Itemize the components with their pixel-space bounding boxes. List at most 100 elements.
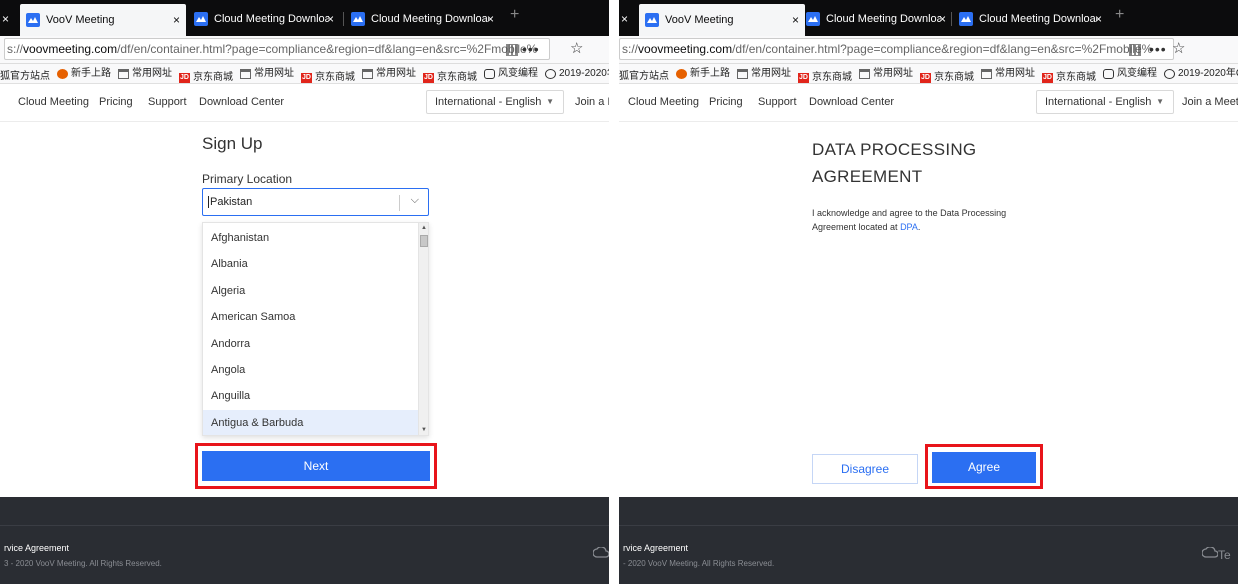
close-icon[interactable]: × <box>792 13 799 27</box>
bookmark-label: 京东商城 <box>934 72 974 83</box>
close-icon[interactable]: × <box>2 12 9 26</box>
fire-icon <box>676 69 687 79</box>
next-button[interactable]: Next <box>202 451 430 481</box>
scroll-down-icon[interactable]: ▼ <box>421 427 427 433</box>
close-icon[interactable]: × <box>173 13 180 27</box>
tab-cloud-meeting-download-2[interactable]: Cloud Meeting Download_V × <box>345 6 500 32</box>
site-navigation: Cloud Meeting Pricing Support Download C… <box>0 84 609 122</box>
bookmark-item[interactable]: 常用网址 <box>362 64 416 83</box>
scrollbar-thumb[interactable] <box>420 235 428 247</box>
jd-icon: JD <box>301 73 312 83</box>
location-option[interactable]: Andorra <box>203 331 419 357</box>
tencent-cloud-logo-icon <box>592 546 609 562</box>
bookmark-item[interactable]: 2019-2020年QS世 <box>545 64 609 83</box>
dpa-body-text: Agreement located at <box>812 222 901 232</box>
location-option[interactable]: Algeria <box>203 278 419 304</box>
nav-cloud-meeting[interactable]: Cloud Meeting <box>18 96 89 108</box>
site-navigation: Cloud Meeting Pricing Support Download C… <box>619 84 1238 122</box>
service-agreement-link[interactable]: rvice Agreement <box>623 543 688 553</box>
nav-support[interactable]: Support <box>148 96 187 108</box>
caret-down-icon: ▼ <box>546 97 554 106</box>
bookmark-item[interactable]: 常用网址 <box>981 64 1035 83</box>
url-path: /df/en/container.html?page=compliance&re… <box>117 42 538 56</box>
tab-close-button[interactable]: × <box>619 6 628 32</box>
tab-cloud-meeting-download-2[interactable]: Cloud Meeting Download_V × <box>953 6 1108 32</box>
url-toolbar: s://voovmeeting.com/df/en/container.html… <box>0 36 609 64</box>
folder-icon <box>737 69 748 79</box>
folder-icon <box>118 69 129 79</box>
tab-close-button[interactable]: × <box>0 6 9 32</box>
qr-code-icon[interactable] <box>1129 44 1141 56</box>
disagree-button[interactable]: Disagree <box>812 454 918 484</box>
footer-divider <box>0 525 609 526</box>
bookmark-star-icon[interactable]: ☆ <box>1172 39 1185 57</box>
close-icon[interactable]: × <box>1095 12 1102 26</box>
new-tab-button[interactable]: + <box>510 6 519 24</box>
close-icon[interactable]: × <box>487 12 494 26</box>
bookmark-item[interactable]: 常用网址 <box>737 64 791 83</box>
bookmark-item[interactable]: 新手上路 <box>57 64 111 83</box>
bookmark-label: 狐官方站点 <box>619 71 669 82</box>
location-option[interactable]: Angola <box>203 357 419 383</box>
bookmark-star-icon[interactable]: ☆ <box>570 39 583 57</box>
location-option[interactable]: Anguilla <box>203 383 419 409</box>
primary-location-select[interactable]: Pakistan ⌵ <box>202 188 429 216</box>
close-icon[interactable]: × <box>327 12 334 26</box>
location-option[interactable]: American Samoa <box>203 304 419 330</box>
location-option[interactable]: Albania <box>203 251 419 277</box>
nav-download-center[interactable]: Download Center <box>809 96 894 108</box>
nav-join-meeting[interactable]: Join a I <box>575 96 609 108</box>
bookmark-item[interactable]: 常用网址 <box>240 64 294 83</box>
dpa-body-line-2: Agreement located at DPA. <box>812 220 1042 234</box>
tab-voov-meeting[interactable]: VooV Meeting × <box>639 4 805 36</box>
bookmark-item[interactable]: JD 京东商城 <box>423 68 477 83</box>
qr-code-icon[interactable] <box>506 44 518 56</box>
location-option[interactable]: Antigua & Barbuda <box>203 409 419 435</box>
bookmark-item[interactable]: 风变编程 <box>484 64 538 83</box>
language-selector[interactable]: International - English ▼ <box>1036 90 1174 114</box>
new-tab-button[interactable]: + <box>1115 6 1124 24</box>
bookmark-item[interactable]: 狐官方站点 <box>0 67 50 83</box>
scroll-up-icon[interactable]: ▲ <box>421 225 427 231</box>
nav-cloud-meeting[interactable]: Cloud Meeting <box>628 96 699 108</box>
tab-cloud-meeting-download-1[interactable]: Cloud Meeting Download_V × <box>188 6 340 32</box>
url-scheme: s:// <box>7 42 24 56</box>
close-icon[interactable]: × <box>621 12 628 26</box>
nav-pricing[interactable]: Pricing <box>709 96 743 108</box>
bookmark-item[interactable]: 常用网址 <box>118 64 172 83</box>
location-option[interactable]: Afghanistan <box>203 225 419 251</box>
url-toolbar: s://voovmeeting.com/df/en/container.html… <box>619 36 1238 64</box>
nav-support[interactable]: Support <box>758 96 797 108</box>
address-bar[interactable]: s://voovmeeting.com/df/en/container.html… <box>619 38 1174 60</box>
dpa-link[interactable]: DPA <box>900 222 918 232</box>
bookmark-item[interactable]: 常用网址 <box>859 64 913 83</box>
bookmark-item[interactable]: 狐官方站点 <box>619 67 669 83</box>
tab-cloud-meeting-download-1[interactable]: Cloud Meeting Download_V × <box>800 6 952 32</box>
jd-icon: JD <box>798 73 809 83</box>
language-selector[interactable]: International - English ▼ <box>426 90 564 114</box>
dropdown-scrollbar[interactable]: ▲ ▼ <box>418 223 428 435</box>
chevron-down-icon[interactable]: ⌵ <box>411 194 419 207</box>
bookmark-item[interactable]: 新手上路 <box>676 64 730 83</box>
agree-button[interactable]: Agree <box>932 452 1036 483</box>
tab-title: Cloud Meeting Download_V <box>826 13 941 25</box>
nav-join-meeting[interactable]: Join a Meeti <box>1182 96 1238 108</box>
folder-icon <box>240 69 251 79</box>
tab-voov-meeting[interactable]: VooV Meeting × <box>20 4 186 36</box>
service-agreement-link[interactable]: rvice Agreement <box>4 543 69 553</box>
bookmark-item[interactable]: 2019-2020年QS世界... <box>1164 64 1238 83</box>
bookmark-item[interactable]: JD 京东商城 <box>920 68 974 83</box>
bookmark-item[interactable]: 风变编程 <box>1103 64 1157 83</box>
primary-location-label: Primary Location <box>202 172 293 186</box>
nav-download-center[interactable]: Download Center <box>199 96 284 108</box>
nav-pricing[interactable]: Pricing <box>99 96 133 108</box>
bookmark-item[interactable]: JD 京东商城 <box>301 68 355 83</box>
more-menu-icon[interactable]: ••• <box>522 41 540 57</box>
bookmark-item[interactable]: JD 京东商城 <box>798 68 852 83</box>
left-screenshot-panel: × VooV Meeting × Cloud Meeting Download_… <box>0 0 609 584</box>
bookmark-item[interactable]: JD 京东商城 <box>179 68 233 83</box>
address-bar[interactable]: s://voovmeeting.com/df/en/container.html… <box>4 38 550 60</box>
close-icon[interactable]: × <box>939 12 946 26</box>
more-menu-icon[interactable]: ••• <box>1149 41 1167 57</box>
bookmark-item[interactable]: JD 京东商城 <box>1042 68 1096 83</box>
